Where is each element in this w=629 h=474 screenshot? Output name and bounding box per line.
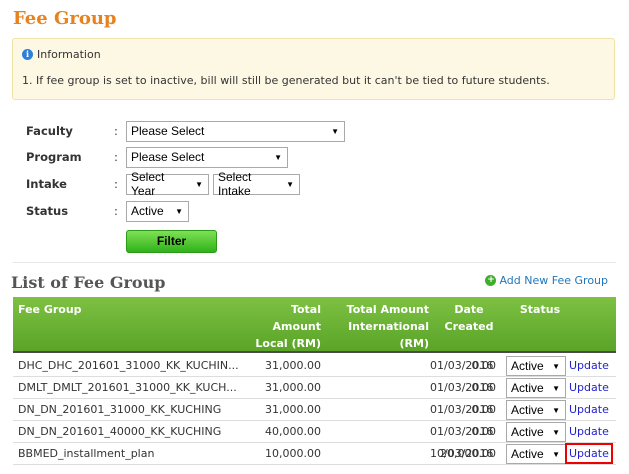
intake-label: Intake (26, 177, 67, 191)
table-row: DMLT_DMLT_201601_31000_KK_KUCH... 31,000… (13, 377, 616, 399)
status-select-value: Active (131, 204, 164, 218)
column-header-total-local-line3: Local (RM) (255, 337, 321, 350)
caret-down-icon: ▼ (274, 152, 282, 162)
column-header-total-international-line1: Total Amount (346, 303, 429, 316)
faculty-select[interactable]: Please Select ▼ (126, 120, 345, 142)
column-header-total-local: Total Amount Local (RM) (241, 301, 321, 352)
information-text: 1. If fee group is set to inactive, bill… (22, 74, 550, 87)
column-header-date-created: Date Created (433, 301, 505, 335)
filter-button[interactable]: Filter (126, 230, 217, 253)
information-title: Information (37, 48, 101, 61)
total-local-amount: 31,000.00 (265, 359, 321, 372)
status-label: Status (26, 204, 69, 218)
date-created: 01/03/2016 (430, 403, 494, 416)
date-created: 01/03/2016 (430, 359, 494, 372)
add-new-fee-group-label: Add New Fee Group (499, 274, 608, 287)
row-status-select[interactable]: Active ▼ (506, 356, 566, 376)
update-link[interactable]: Update (569, 425, 609, 438)
date-created: 01/03/2016 (430, 381, 494, 394)
table-row: DN_DN_201601_31000_KK_KUCHING 31,000.00 … (13, 399, 616, 421)
faculty-label: Faculty (26, 124, 73, 138)
information-panel: i Information 1. If fee group is set to … (12, 38, 615, 100)
caret-down-icon: ▼ (552, 383, 560, 393)
intake-select[interactable]: Select Intake ▼ (213, 170, 300, 198)
faculty-row: Faculty : Please Select ▼ (26, 120, 349, 142)
update-link[interactable]: Update (569, 381, 609, 394)
faculty-select-value: Please Select (131, 124, 205, 138)
table-row: DHC_DHC_201601_31000_KK_KUCHIN... 31,000… (13, 355, 616, 377)
intake-row: Intake : Select Year ▼ Select Intake ▼ (26, 170, 304, 198)
update-link[interactable]: Update (569, 403, 609, 416)
intake-colon: : (114, 177, 118, 191)
table-row: BBMED_installment_plan 10,000.00 20,000.… (13, 443, 616, 465)
total-local-amount: 31,000.00 (265, 381, 321, 394)
column-header-total-local-line1: Total (290, 303, 321, 316)
program-colon: : (114, 150, 118, 164)
column-header-total-international-line3: (RM) (399, 337, 429, 350)
program-row: Program : Please Select ▼ (26, 146, 292, 168)
table-header: Fee Group Total Amount Local (RM) Total … (13, 297, 616, 353)
intake-value: Select Intake (218, 170, 252, 198)
column-header-status: Status (519, 303, 561, 316)
caret-down-icon: ▼ (552, 405, 560, 415)
row-status-value: Active (511, 359, 544, 373)
caret-down-icon: ▼ (552, 361, 560, 371)
date-created: 01/03/2016 (430, 425, 494, 438)
column-header-total-international: Total Amount International (RM) (329, 301, 429, 352)
row-status-value: Active (511, 381, 544, 395)
info-circle-icon: i (22, 49, 33, 60)
status-colon: : (114, 204, 118, 218)
status-select[interactable]: Active ▼ (126, 200, 189, 222)
list-title: List of Fee Group (11, 273, 166, 292)
intake-year-select[interactable]: Select Year ▼ (126, 170, 209, 198)
caret-down-icon: ▼ (175, 206, 183, 216)
caret-down-icon: ▼ (552, 449, 560, 459)
column-header-date-line2: Created (444, 320, 494, 333)
program-label: Program (26, 150, 82, 164)
section-divider (13, 262, 616, 263)
faculty-colon: : (114, 124, 118, 138)
row-status-value: Active (511, 425, 544, 439)
column-header-fee-group: Fee Group (18, 303, 82, 316)
information-header: i Information (22, 48, 101, 61)
add-new-fee-group-link[interactable]: + Add New Fee Group (485, 274, 608, 287)
column-header-total-international-line2: International (348, 320, 429, 333)
fee-group-name: BBMED_installment_plan (18, 447, 155, 460)
row-status-select[interactable]: Active ▼ (506, 444, 566, 464)
page-title: Fee Group (13, 8, 117, 29)
fee-group-name: DN_DN_201601_31000_KK_KUCHING (18, 403, 222, 416)
intake-year-value: Select Year (131, 170, 165, 198)
row-status-select[interactable]: Active ▼ (506, 422, 566, 442)
total-local-amount: 40,000.00 (265, 425, 321, 438)
update-link[interactable]: Update (565, 443, 613, 464)
program-select-value: Please Select (131, 150, 205, 164)
row-status-select[interactable]: Active ▼ (506, 400, 566, 420)
fee-group-name: DMLT_DMLT_201601_31000_KK_KUCH... (18, 381, 237, 394)
row-status-value: Active (511, 447, 544, 461)
row-status-value: Active (511, 403, 544, 417)
date-created: 10/03/2016 (430, 447, 494, 460)
table-row: DN_DN_201601_40000_KK_KUCHING 40,000.00 … (13, 421, 616, 443)
caret-down-icon: ▼ (286, 179, 294, 189)
plus-circle-icon: + (485, 275, 497, 286)
row-status-select[interactable]: Active ▼ (506, 378, 566, 398)
update-link[interactable]: Update (569, 359, 609, 372)
total-local-amount: 31,000.00 (265, 403, 321, 416)
status-row: Status : Active ▼ (26, 200, 193, 222)
caret-down-icon: ▼ (552, 427, 560, 437)
caret-down-icon: ▼ (195, 179, 203, 189)
total-local-amount: 10,000.00 (265, 447, 321, 460)
column-header-date-line1: Date (454, 303, 484, 316)
program-select[interactable]: Please Select ▼ (126, 146, 288, 168)
caret-down-icon: ▼ (331, 126, 339, 136)
column-header-total-local-line2: Amount (272, 320, 321, 333)
fee-group-name: DN_DN_201601_40000_KK_KUCHING (18, 425, 222, 438)
fee-group-name: DHC_DHC_201601_31000_KK_KUCHIN... (18, 359, 239, 372)
